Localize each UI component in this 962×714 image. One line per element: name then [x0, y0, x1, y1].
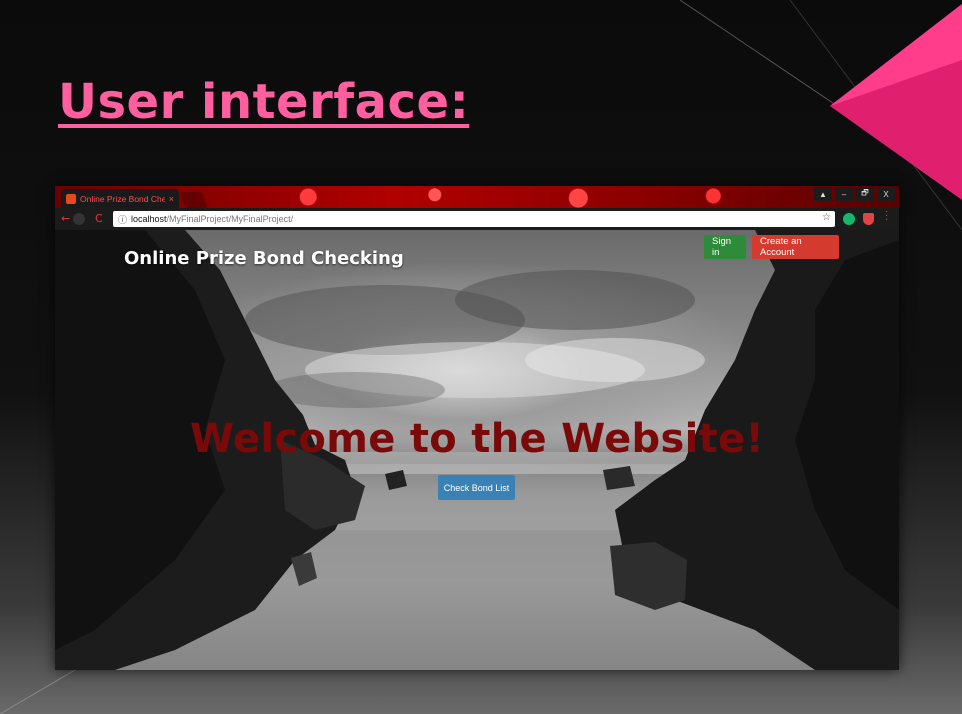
browser-window: Online Prize Bond Chec × ▲ – 🗗 X ← C ⓘ l… — [55, 186, 899, 670]
profile-icon[interactable]: ▲ — [814, 187, 832, 201]
minimize-button[interactable]: – — [835, 187, 853, 201]
slide-title: User interface: — [58, 74, 470, 130]
forward-button[interactable] — [73, 213, 85, 225]
create-account-button[interactable]: Create an Account — [752, 235, 839, 259]
url-input[interactable]: ⓘ localhost/MyFinalProject/MyFinalProjec… — [113, 211, 835, 227]
address-bar: ← C ⓘ localhost/MyFinalProject/MyFinalPr… — [55, 208, 899, 230]
bookmark-star-icon[interactable]: ☆ — [822, 212, 831, 223]
favicon-icon — [66, 193, 76, 204]
page-viewport: Online Prize Bond Checking Sign in Creat… — [55, 230, 899, 670]
back-arrow-icon[interactable]: ← — [61, 212, 70, 225]
close-window-button[interactable]: X — [877, 187, 895, 201]
new-tab-button[interactable] — [180, 192, 208, 208]
reload-icon[interactable]: C — [95, 212, 103, 225]
site-brand[interactable]: Online Prize Bond Checking — [124, 248, 404, 269]
window-controls: ▲ – 🗗 X — [814, 187, 895, 201]
shield-extension-icon[interactable] — [863, 213, 874, 225]
tab-title: Online Prize Bond Chec — [80, 193, 165, 204]
tab-close-icon[interactable]: × — [169, 194, 174, 204]
info-icon[interactable]: ⓘ — [118, 213, 127, 226]
url-path: /MyFinalProject/MyFinalProject/ — [166, 214, 294, 224]
check-bond-list-button[interactable]: Check Bond List — [438, 475, 515, 500]
restore-button[interactable]: 🗗 — [856, 187, 874, 201]
browser-tab[interactable]: Online Prize Bond Chec × — [61, 189, 179, 208]
grammarly-extension-icon[interactable] — [843, 213, 855, 225]
tab-bar: Online Prize Bond Chec × ▲ – 🗗 X — [55, 186, 899, 208]
menu-dots-icon[interactable]: · · · — [885, 208, 888, 226]
sign-in-button[interactable]: Sign in — [704, 235, 746, 259]
hero-title: Welcome to the Website! — [189, 416, 764, 462]
url-host: localhost — [131, 214, 167, 224]
